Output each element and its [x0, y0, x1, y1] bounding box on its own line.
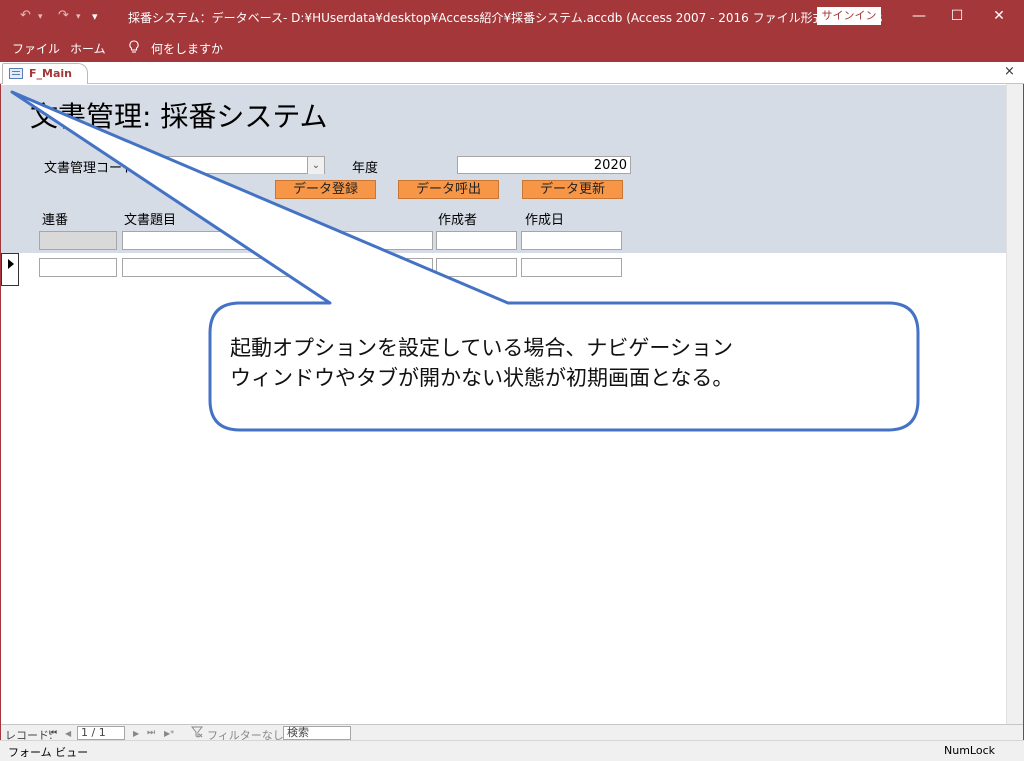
view-status: フォーム ビュー: [8, 746, 89, 759]
record-navigation-bar: レコード: ⏮ ◀ 1 / 1 ▶ ⏭ ▶* フィルターなし 検索: [1, 724, 1023, 742]
callout-line-2: ウィンドウやタブが開かない状態が初期画面となる。: [230, 366, 734, 390]
vertical-scrollbar[interactable]: [1006, 84, 1023, 724]
column-header-serial: 連番: [42, 213, 69, 228]
status-bar: フォーム ビュー NumLock: [0, 740, 1024, 761]
fetch-button[interactable]: データ呼出: [398, 180, 499, 199]
serial-field[interactable]: [39, 231, 117, 250]
tab-file[interactable]: ファイル: [12, 40, 60, 57]
year-field[interactable]: 2020: [457, 156, 631, 174]
restore-button[interactable]: ☐: [945, 5, 969, 27]
ribbon-tabs: ファイル ホーム 何をしますか: [0, 34, 1024, 62]
undo-dropdown-icon[interactable]: ▾: [38, 12, 43, 22]
lightbulb-icon[interactable]: [128, 40, 140, 57]
date-field[interactable]: [521, 231, 622, 250]
column-header-author: 作成者: [438, 213, 478, 228]
record-selector[interactable]: [1, 253, 19, 286]
filter-icon: [190, 726, 204, 741]
document-tab-strip: F_Main ×: [0, 62, 1024, 84]
title-bar: ↶ ▾ ↷ ▾ ▾ 採番システム：データベース- D:¥HUserdata¥de…: [0, 0, 1024, 34]
close-document-icon[interactable]: ×: [1004, 64, 1015, 79]
column-header-date: 作成日: [525, 213, 565, 228]
detail-title-field[interactable]: [122, 258, 433, 277]
tab-f-main[interactable]: F_Main: [2, 63, 88, 84]
chevron-down-icon[interactable]: ⌄: [307, 157, 324, 174]
redo-icon[interactable]: ↷: [58, 8, 69, 23]
prev-record-icon[interactable]: ◀: [65, 729, 71, 738]
current-record-icon: [8, 259, 14, 269]
detail-serial-field[interactable]: [39, 258, 117, 277]
signin-button[interactable]: サインイン: [817, 7, 881, 25]
tab-home[interactable]: ホーム: [70, 40, 106, 57]
tell-me-box[interactable]: 何をしますか: [151, 40, 223, 57]
window-title: 採番システム：データベース- D:¥HUserdata¥desktop¥Acce…: [128, 11, 883, 25]
update-button[interactable]: データ更新: [522, 180, 623, 199]
first-record-icon[interactable]: ⏮: [49, 728, 57, 738]
current-record-input[interactable]: 1 / 1: [77, 726, 125, 740]
author-field[interactable]: [436, 231, 517, 250]
redo-dropdown-icon[interactable]: ▾: [76, 12, 81, 22]
undo-icon[interactable]: ↶: [20, 8, 31, 23]
next-record-icon[interactable]: ▶: [133, 729, 139, 738]
column-header-title: 文書題目: [124, 213, 177, 228]
close-button[interactable]: ✕: [987, 5, 1011, 27]
customize-qat-icon[interactable]: ▾: [92, 10, 98, 23]
callout-text: 起動オプションを設定している場合、ナビゲーション ウィンドウやタブが開かない状態…: [230, 333, 910, 393]
callout-line-1: 起動オプションを設定している場合、ナビゲーション: [230, 336, 733, 360]
form-icon: [9, 68, 23, 79]
numlock-status: NumLock: [944, 744, 995, 757]
last-record-icon[interactable]: ⏭: [147, 728, 155, 738]
detail-author-field[interactable]: [436, 258, 517, 277]
code-combo[interactable]: ⌄: [140, 156, 325, 174]
minimize-button[interactable]: —: [907, 5, 931, 27]
detail-date-field[interactable]: [521, 258, 622, 277]
register-button[interactable]: データ登録: [275, 180, 376, 199]
new-record-icon[interactable]: ▶*: [164, 729, 174, 738]
code-label: 文書管理コード: [44, 161, 136, 176]
title-field[interactable]: [122, 231, 433, 250]
page-title: 文書管理: 採番システム: [30, 100, 328, 133]
year-label: 年度: [352, 161, 379, 176]
search-input[interactable]: 検索: [283, 726, 351, 740]
tab-label: F_Main: [29, 67, 72, 80]
